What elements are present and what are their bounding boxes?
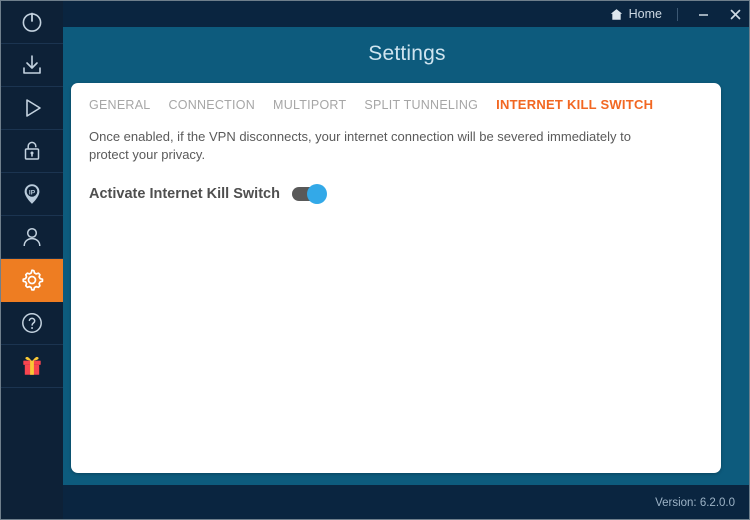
sidebar-item-download[interactable] xyxy=(1,44,63,87)
settings-panel: GENERAL CONNECTION MULTIPORT SPLIT TUNNE… xyxy=(71,83,721,473)
sidebar-item-settings[interactable] xyxy=(1,259,63,302)
power-icon xyxy=(19,9,45,35)
kill-switch-label: Activate Internet Kill Switch xyxy=(89,186,280,202)
gear-icon xyxy=(18,266,46,294)
minimize-icon xyxy=(697,8,710,21)
tab-connection[interactable]: CONNECTION xyxy=(169,98,256,114)
tab-multiport[interactable]: MULTIPORT xyxy=(273,98,346,114)
close-button[interactable] xyxy=(719,1,749,27)
home-button[interactable]: Home xyxy=(604,7,668,21)
download-icon xyxy=(19,52,45,78)
app-window: IP Home Settings GENERAL CONNECTION MULT… xyxy=(0,0,750,520)
sidebar-item-ip[interactable]: IP xyxy=(1,173,63,216)
sidebar: IP xyxy=(1,1,63,519)
tab-bar: GENERAL CONNECTION MULTIPORT SPLIT TUNNE… xyxy=(71,83,721,114)
sidebar-item-help[interactable] xyxy=(1,302,63,345)
tab-split-tunneling[interactable]: SPLIT TUNNELING xyxy=(364,98,478,114)
user-icon xyxy=(19,224,45,250)
sidebar-item-power[interactable] xyxy=(1,1,63,44)
kill-switch-row: Activate Internet Kill Switch xyxy=(71,164,721,204)
version-label: Version: 6.2.0.0 xyxy=(655,497,735,509)
title-bar: Home xyxy=(63,1,749,27)
page-header: Settings xyxy=(63,27,749,81)
play-icon xyxy=(19,95,45,121)
sidebar-item-gift[interactable] xyxy=(1,345,63,388)
lock-icon xyxy=(19,138,45,164)
sidebar-item-lock[interactable] xyxy=(1,130,63,173)
home-icon xyxy=(610,8,623,21)
svg-text:IP: IP xyxy=(29,189,36,196)
gift-icon xyxy=(19,353,45,379)
ip-pin-icon: IP xyxy=(19,181,45,207)
titlebar-divider xyxy=(677,7,678,21)
page-title: Settings xyxy=(368,42,446,65)
footer: Version: 6.2.0.0 xyxy=(63,485,749,519)
tab-general[interactable]: GENERAL xyxy=(89,98,151,114)
kill-switch-toggle[interactable] xyxy=(291,184,327,204)
sidebar-item-account[interactable] xyxy=(1,216,63,259)
sidebar-item-play[interactable] xyxy=(1,87,63,130)
close-icon xyxy=(729,8,742,21)
home-label: Home xyxy=(628,7,662,21)
kill-switch-description: Once enabled, if the VPN disconnects, yo… xyxy=(89,129,631,162)
toggle-knob xyxy=(306,184,327,204)
question-mark-icon xyxy=(19,310,45,336)
minimize-button[interactable] xyxy=(687,1,719,27)
tab-internet-kill-switch[interactable]: INTERNET KILL SWITCH xyxy=(496,97,653,114)
